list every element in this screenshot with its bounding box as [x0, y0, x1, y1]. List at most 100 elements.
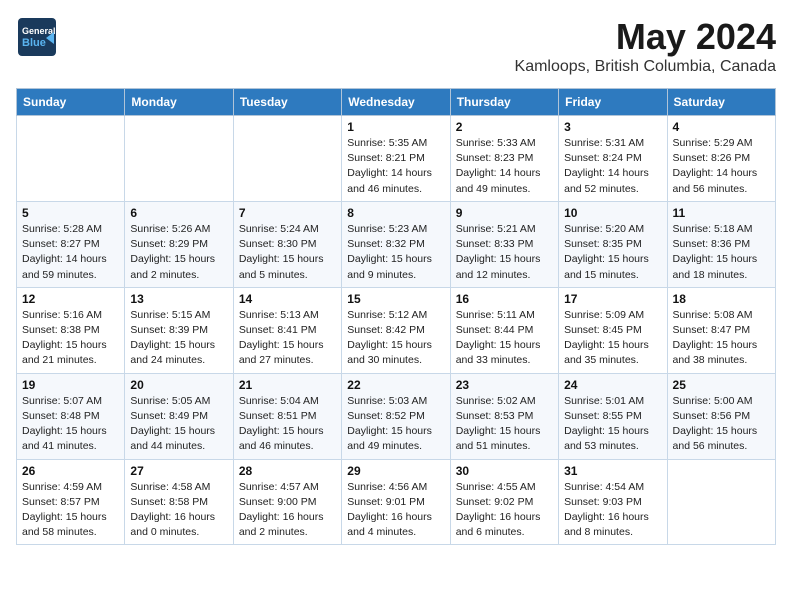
day-header-thursday: Thursday	[450, 89, 558, 116]
calendar-cell: 14 Sunrise: 5:13 AM Sunset: 8:41 PM Dayli…	[233, 287, 341, 373]
calendar-cell: 29 Sunrise: 4:56 AM Sunset: 9:01 PM Dayli…	[342, 459, 450, 545]
day-number: 3	[564, 120, 661, 134]
day-info: Sunrise: 5:35 AM Sunset: 8:21 PM Dayligh…	[347, 136, 444, 197]
day-number: 30	[456, 464, 553, 478]
day-info: Sunrise: 4:59 AM Sunset: 8:57 PM Dayligh…	[22, 480, 119, 541]
calendar-cell	[667, 459, 775, 545]
day-header-wednesday: Wednesday	[342, 89, 450, 116]
day-number: 11	[673, 206, 770, 220]
day-number: 31	[564, 464, 661, 478]
day-number: 5	[22, 206, 119, 220]
day-header-saturday: Saturday	[667, 89, 775, 116]
day-info: Sunrise: 4:58 AM Sunset: 8:58 PM Dayligh…	[130, 480, 227, 541]
calendar-cell: 2 Sunrise: 5:33 AM Sunset: 8:23 PM Daylig…	[450, 116, 558, 202]
day-info: Sunrise: 5:04 AM Sunset: 8:51 PM Dayligh…	[239, 394, 336, 455]
day-header-sunday: Sunday	[17, 89, 125, 116]
day-number: 29	[347, 464, 444, 478]
day-number: 14	[239, 292, 336, 306]
calendar-cell	[125, 116, 233, 202]
day-info: Sunrise: 5:21 AM Sunset: 8:33 PM Dayligh…	[456, 222, 553, 283]
day-info: Sunrise: 4:55 AM Sunset: 9:02 PM Dayligh…	[456, 480, 553, 541]
calendar-cell: 4Sunrise: 5:29 AM Sunset: 8:26 PM Daylig…	[667, 116, 775, 202]
day-number: 16	[456, 292, 553, 306]
calendar-cell: 26Sunrise: 4:59 AM Sunset: 8:57 PM Dayli…	[17, 459, 125, 545]
calendar-cell: 12Sunrise: 5:16 AM Sunset: 8:38 PM Dayli…	[17, 287, 125, 373]
calendar-cell: 30 Sunrise: 4:55 AM Sunset: 9:02 PM Dayli…	[450, 459, 558, 545]
day-info: Sunrise: 5:12 AM Sunset: 8:42 PM Dayligh…	[347, 308, 444, 369]
day-info: Sunrise: 5:01 AM Sunset: 8:55 PM Dayligh…	[564, 394, 661, 455]
day-number: 4	[673, 120, 770, 134]
day-info: Sunrise: 5:18 AM Sunset: 8:36 PM Dayligh…	[673, 222, 770, 283]
day-info: Sunrise: 5:11 AM Sunset: 8:44 PM Dayligh…	[456, 308, 553, 369]
calendar-cell: 25Sunrise: 5:00 AM Sunset: 8:56 PM Dayli…	[667, 373, 775, 459]
day-header-monday: Monday	[125, 89, 233, 116]
day-number: 19	[22, 378, 119, 392]
calendar-cell: 10 Sunrise: 5:20 AM Sunset: 8:35 PM Dayli…	[559, 201, 667, 287]
day-info: Sunrise: 5:33 AM Sunset: 8:23 PM Dayligh…	[456, 136, 553, 197]
day-info: Sunrise: 4:57 AM Sunset: 9:00 PM Dayligh…	[239, 480, 336, 541]
day-info: Sunrise: 5:20 AM Sunset: 8:35 PM Dayligh…	[564, 222, 661, 283]
day-info: Sunrise: 5:08 AM Sunset: 8:47 PM Dayligh…	[673, 308, 770, 369]
day-info: Sunrise: 4:54 AM Sunset: 9:03 PM Dayligh…	[564, 480, 661, 541]
calendar-cell: 28 Sunrise: 4:57 AM Sunset: 9:00 PM Dayli…	[233, 459, 341, 545]
day-number: 22	[347, 378, 444, 392]
calendar-cell: 21 Sunrise: 5:04 AM Sunset: 8:51 PM Dayli…	[233, 373, 341, 459]
day-info: Sunrise: 5:02 AM Sunset: 8:53 PM Dayligh…	[456, 394, 553, 455]
day-info: Sunrise: 5:31 AM Sunset: 8:24 PM Dayligh…	[564, 136, 661, 197]
general-blue-logo: General Blue	[16, 16, 58, 58]
day-number: 13	[130, 292, 227, 306]
day-info: Sunrise: 5:07 AM Sunset: 8:48 PM Dayligh…	[22, 394, 119, 455]
svg-text:Blue: Blue	[22, 37, 46, 49]
day-info: Sunrise: 4:56 AM Sunset: 9:01 PM Dayligh…	[347, 480, 444, 541]
day-info: Sunrise: 5:03 AM Sunset: 8:52 PM Dayligh…	[347, 394, 444, 455]
day-number: 9	[456, 206, 553, 220]
calendar-cell: 6 Sunrise: 5:26 AM Sunset: 8:29 PM Daylig…	[125, 201, 233, 287]
day-info: Sunrise: 5:13 AM Sunset: 8:41 PM Dayligh…	[239, 308, 336, 369]
day-number: 17	[564, 292, 661, 306]
day-number: 18	[673, 292, 770, 306]
calendar-cell: 9 Sunrise: 5:21 AM Sunset: 8:33 PM Daylig…	[450, 201, 558, 287]
day-number: 12	[22, 292, 119, 306]
day-info: Sunrise: 5:05 AM Sunset: 8:49 PM Dayligh…	[130, 394, 227, 455]
calendar-cell: 5 Sunrise: 5:28 AM Sunset: 8:27 PM Daylig…	[17, 201, 125, 287]
calendar-cell: 7 Sunrise: 5:24 AM Sunset: 8:30 PM Daylig…	[233, 201, 341, 287]
day-number: 23	[456, 378, 553, 392]
day-number: 28	[239, 464, 336, 478]
day-number: 7	[239, 206, 336, 220]
calendar-cell: 8 Sunrise: 5:23 AM Sunset: 8:32 PM Daylig…	[342, 201, 450, 287]
calendar-cell: 20 Sunrise: 5:05 AM Sunset: 8:49 PM Dayli…	[125, 373, 233, 459]
calendar-cell	[233, 116, 341, 202]
calendar-cell	[17, 116, 125, 202]
calendar-cell: 17 Sunrise: 5:09 AM Sunset: 8:45 PM Dayli…	[559, 287, 667, 373]
day-info: Sunrise: 5:24 AM Sunset: 8:30 PM Dayligh…	[239, 222, 336, 283]
day-number: 25	[673, 378, 770, 392]
calendar-cell: 31 Sunrise: 4:54 AM Sunset: 9:03 PM Dayli…	[559, 459, 667, 545]
svg-text:General: General	[22, 26, 56, 36]
day-number: 6	[130, 206, 227, 220]
calendar-cell: 19 Sunrise: 5:07 AM Sunset: 8:48 PM Dayli…	[17, 373, 125, 459]
day-info: Sunrise: 5:28 AM Sunset: 8:27 PM Dayligh…	[22, 222, 119, 283]
page-title: May 2024	[515, 16, 776, 58]
day-number: 21	[239, 378, 336, 392]
day-number: 20	[130, 378, 227, 392]
calendar-cell: 11 Sunrise: 5:18 AM Sunset: 8:36 PM Dayli…	[667, 201, 775, 287]
calendar-cell: 3 Sunrise: 5:31 AM Sunset: 8:24 PM Daylig…	[559, 116, 667, 202]
calendar-cell: 13Sunrise: 5:15 AM Sunset: 8:39 PM Dayli…	[125, 287, 233, 373]
calendar-cell: 15 Sunrise: 5:12 AM Sunset: 8:42 PM Dayli…	[342, 287, 450, 373]
day-number: 2	[456, 120, 553, 134]
calendar-cell: 27 Sunrise: 4:58 AM Sunset: 8:58 PM Dayli…	[125, 459, 233, 545]
day-header-tuesday: Tuesday	[233, 89, 341, 116]
calendar-cell: 1Sunrise: 5:35 AM Sunset: 8:21 PM Daylig…	[342, 116, 450, 202]
calendar-cell: 24 Sunrise: 5:01 AM Sunset: 8:55 PM Dayli…	[559, 373, 667, 459]
day-header-friday: Friday	[559, 89, 667, 116]
day-number: 10	[564, 206, 661, 220]
calendar-cell: 16 Sunrise: 5:11 AM Sunset: 8:44 PM Dayli…	[450, 287, 558, 373]
day-info: Sunrise: 5:23 AM Sunset: 8:32 PM Dayligh…	[347, 222, 444, 283]
day-number: 8	[347, 206, 444, 220]
day-number: 15	[347, 292, 444, 306]
day-info: Sunrise: 5:26 AM Sunset: 8:29 PM Dayligh…	[130, 222, 227, 283]
day-number: 27	[130, 464, 227, 478]
day-number: 24	[564, 378, 661, 392]
day-info: Sunrise: 5:09 AM Sunset: 8:45 PM Dayligh…	[564, 308, 661, 369]
calendar-cell: 23 Sunrise: 5:02 AM Sunset: 8:53 PM Dayli…	[450, 373, 558, 459]
